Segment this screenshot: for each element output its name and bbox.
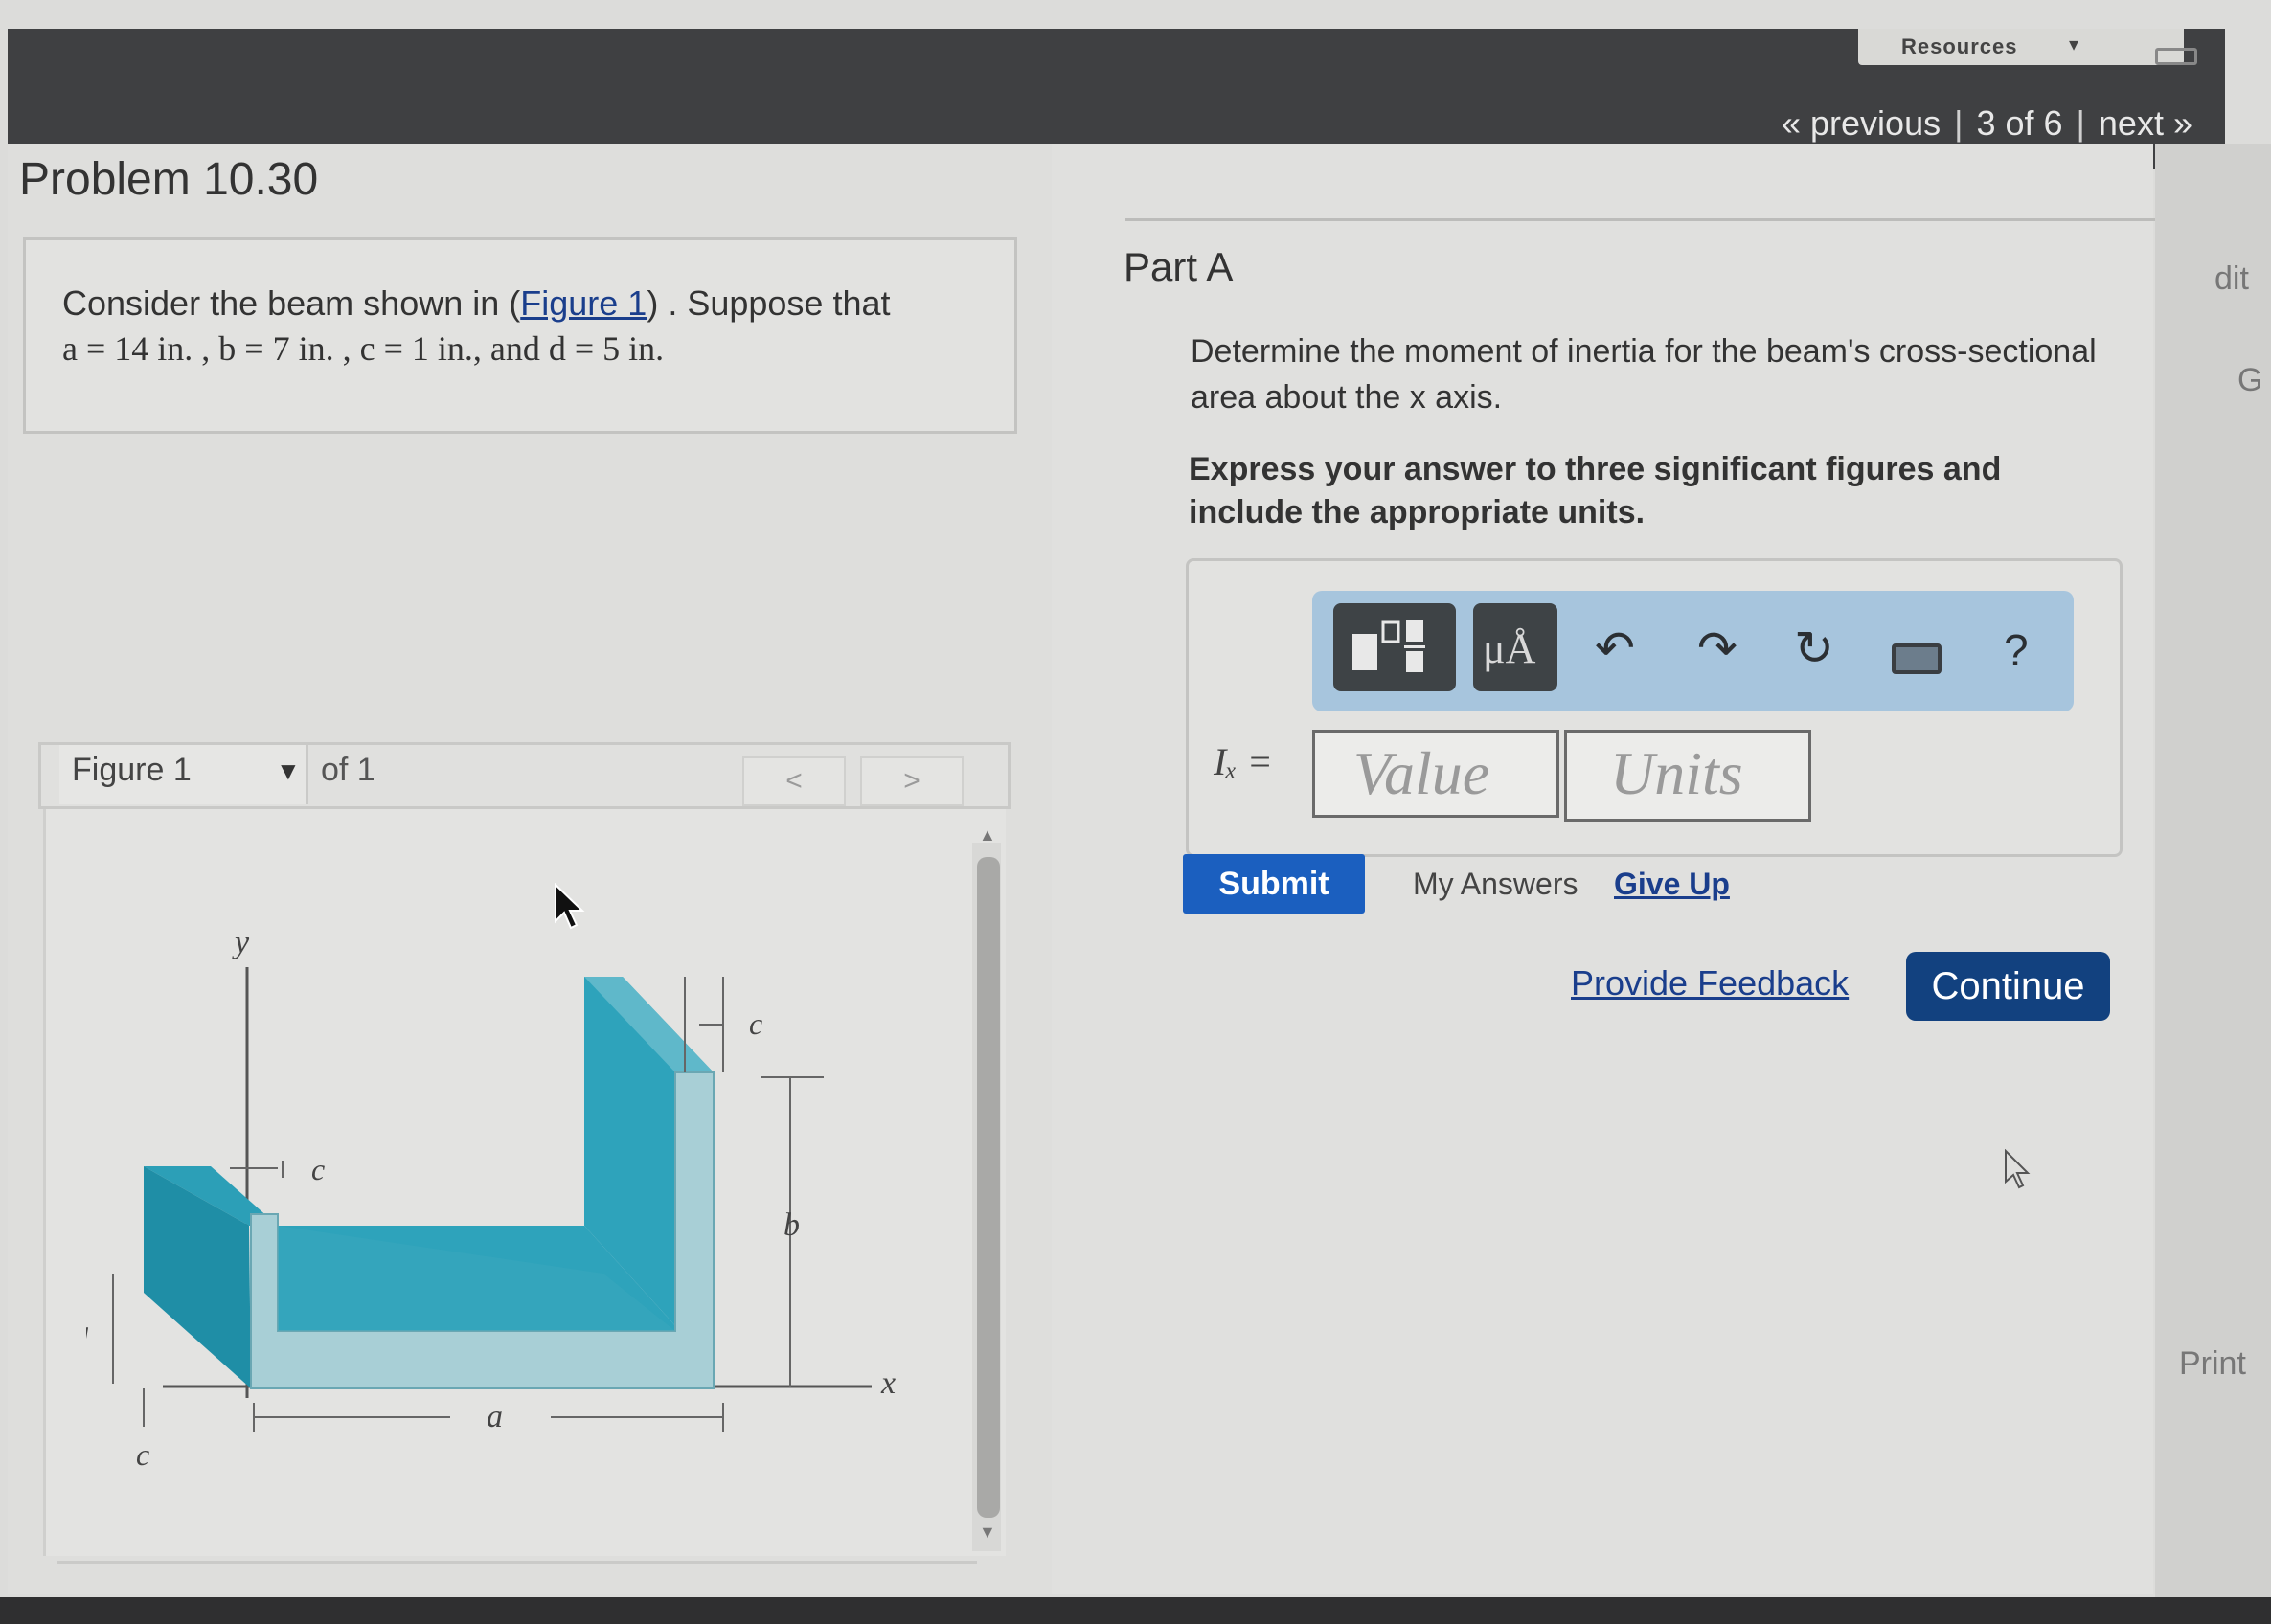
keyboard-icon[interactable] — [1892, 643, 1942, 674]
statement-suffix: ) . Suppose that — [647, 283, 891, 323]
figure-count: of 1 — [321, 752, 375, 788]
templates-button[interactable] — [1333, 603, 1456, 691]
question-text: Determine the moment of inertia for the … — [1191, 328, 2148, 420]
y-axis-label: y — [232, 925, 250, 960]
mouse-cursor-icon — [555, 883, 585, 930]
templates-icon — [1352, 620, 1425, 672]
screen: Resources ▾ « previous | 3 of 6 | next » Pro… — [0, 0, 2271, 1624]
instructions-line: Express your answer to three significant… — [1189, 451, 2002, 487]
statement-line: Consider the beam shown in (Figure 1) . … — [62, 281, 978, 327]
scrollbar-thumb[interactable] — [977, 857, 1000, 1518]
dim-c-top-label: c — [749, 1006, 762, 1041]
figure-prev-button[interactable]: < — [742, 756, 846, 806]
next-link[interactable]: next » — [2099, 103, 2192, 144]
pointer-icon — [2005, 1149, 2031, 1189]
resources-label[interactable]: Resources — [1901, 34, 2018, 59]
previous-link[interactable]: « previous — [1782, 103, 1941, 144]
dim-b-label: b — [783, 1207, 800, 1243]
undo-icon[interactable]: ↶ — [1595, 620, 1635, 676]
scroll-down-icon[interactable]: ▼ — [979, 1522, 996, 1543]
redo-icon[interactable]: ↷ — [1697, 620, 1737, 676]
answer-label: Iₓ = — [1214, 740, 1273, 783]
nav-separator: | — [2076, 103, 2085, 143]
continue-button[interactable]: Continue — [1906, 952, 2110, 1021]
give-up-link[interactable]: Give Up — [1614, 867, 1730, 902]
my-answers-link[interactable]: My Answers — [1413, 867, 1578, 902]
beam-figure: y x c b c d c a — [86, 925, 896, 1472]
problem-navigation: « previous | 3 of 6 | next » — [1782, 103, 2192, 144]
problem-title: Problem 10.30 — [19, 154, 319, 205]
figure-next-button[interactable]: > — [860, 756, 964, 806]
help-button[interactable]: ? — [2004, 624, 2029, 676]
bottom-bar — [0, 1597, 2271, 1624]
dim-a-label: a — [487, 1399, 503, 1434]
chevron-down-icon[interactable]: ▼ — [276, 756, 301, 786]
dim-c-bottom-label: c — [136, 1437, 149, 1472]
window-icon[interactable] — [2155, 48, 2197, 65]
question-line: Determine the moment of inertia for the … — [1191, 333, 2097, 370]
part-title: Part A — [1124, 244, 1234, 289]
nav-separator: | — [1954, 103, 1964, 143]
units-input[interactable]: Units — [1564, 730, 1811, 822]
answer-instructions: Express your answer to three significant… — [1189, 448, 2146, 534]
problem-position: 3 of 6 — [1976, 103, 2063, 143]
side-label[interactable]: G — [2237, 362, 2262, 399]
figure-link[interactable]: Figure 1 — [520, 283, 647, 323]
reset-icon[interactable]: ↻ — [1794, 620, 1834, 676]
x-axis-label: x — [880, 1365, 896, 1401]
edit-link[interactable]: dit — [2214, 260, 2249, 298]
dim-c-mid-label: c — [311, 1152, 325, 1186]
value-input[interactable]: Value — [1312, 730, 1559, 818]
units-symbol[interactable]: μÅ — [1483, 624, 1535, 673]
problem-statement: Consider the beam shown in (Figure 1) . … — [23, 237, 1017, 434]
chevron-down-icon: ▾ — [2069, 34, 2079, 56]
dim-d-label: d — [86, 1322, 89, 1358]
divider — [1125, 218, 2155, 221]
statement-prefix: Consider the beam shown in ( — [62, 283, 521, 323]
print-link[interactable]: Print — [2179, 1345, 2246, 1383]
statement-values: a = 14 in. , b = 7 in. , c = 1 in., and … — [62, 329, 665, 368]
submit-button[interactable]: Submit — [1183, 854, 1365, 914]
figure-select-value[interactable]: Figure 1 — [72, 752, 192, 789]
scroll-up-icon[interactable]: ▲ — [979, 825, 996, 846]
instructions-line: include the appropriate units. — [1189, 494, 1646, 530]
divider — [57, 1561, 977, 1564]
question-line: area about the x axis. — [1191, 379, 1503, 416]
provide-feedback-link[interactable]: Provide Feedback — [1571, 963, 1849, 1004]
